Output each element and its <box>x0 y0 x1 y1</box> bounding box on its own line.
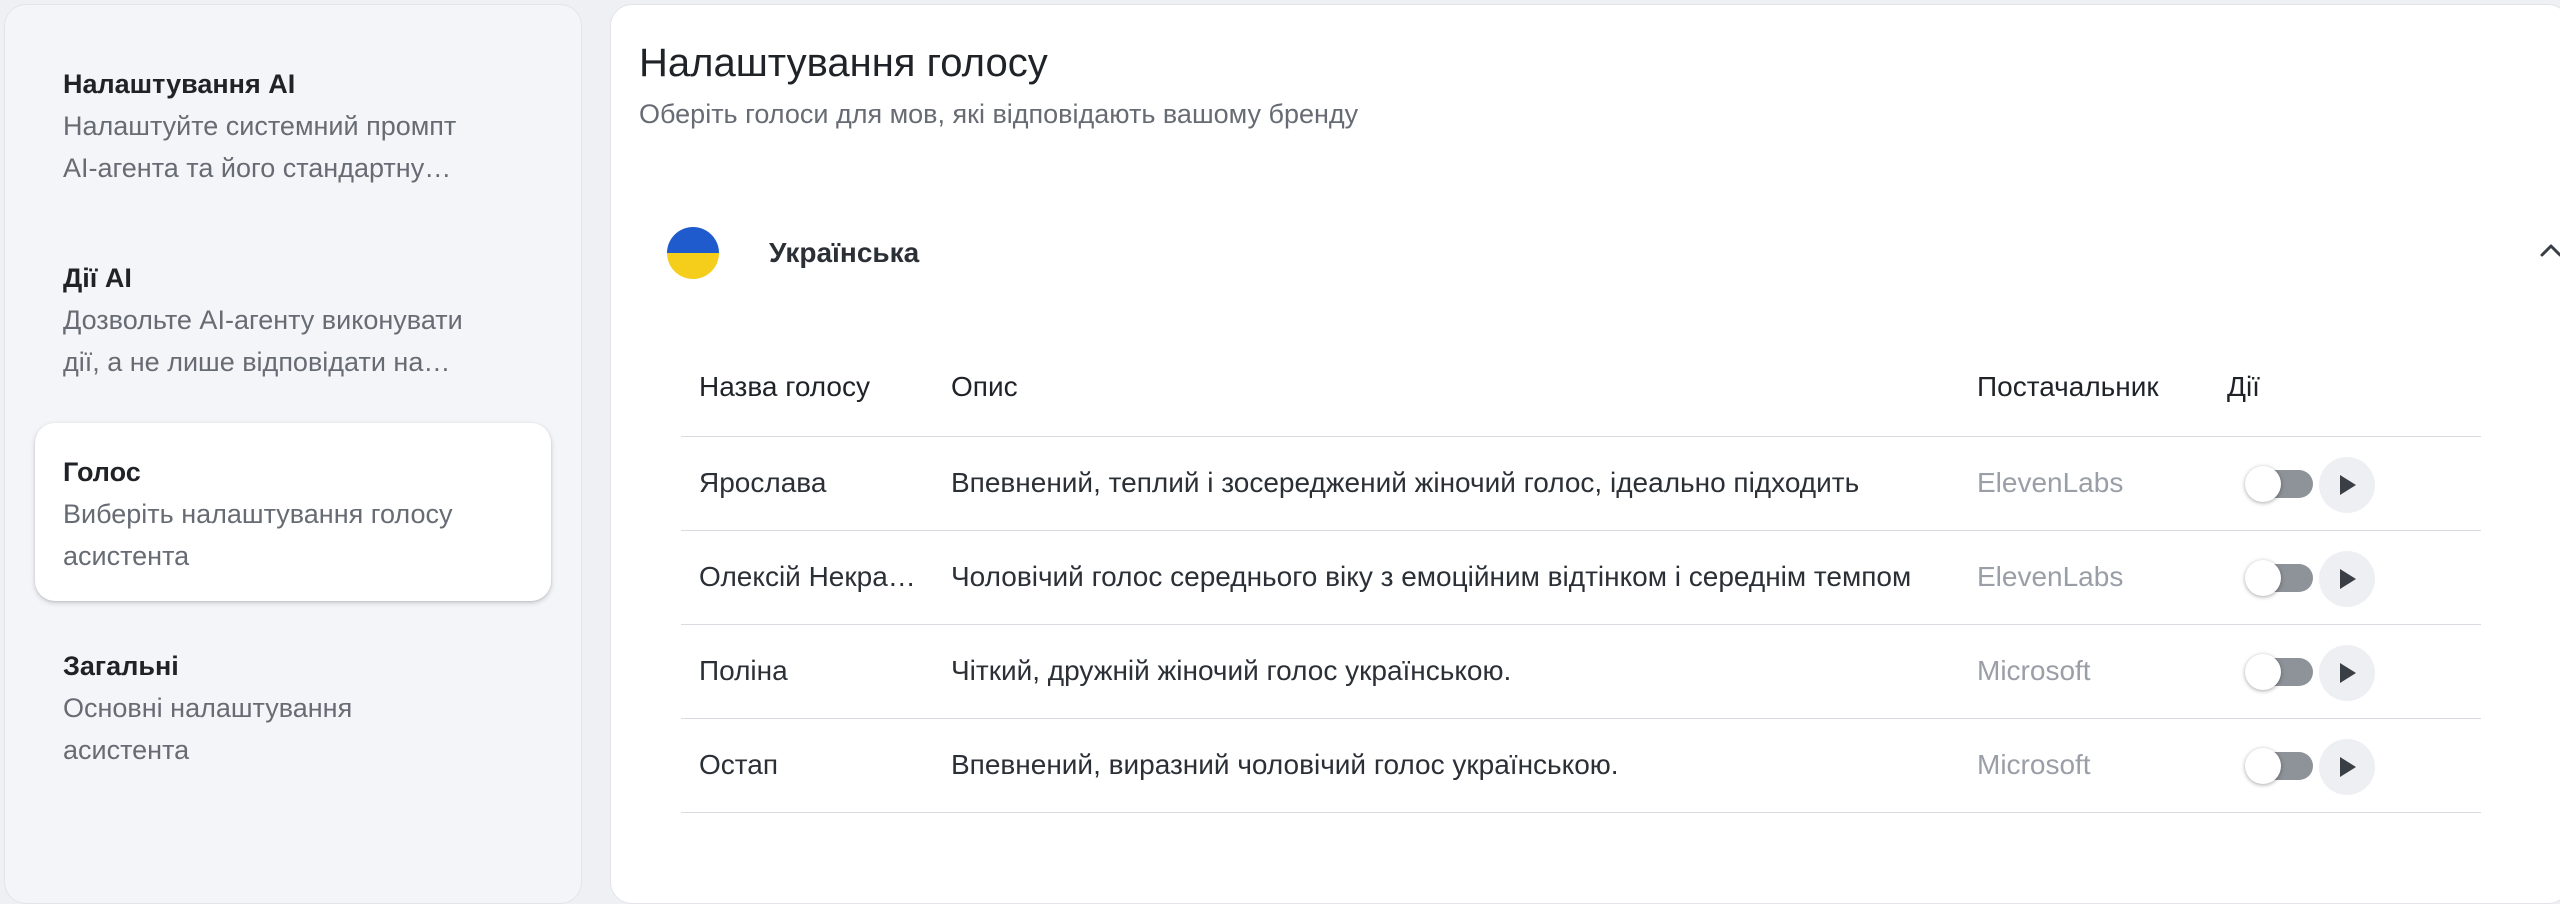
sidebar-item-desc-line: Виберіть налаштування голосу <box>63 499 453 529</box>
column-header-name: Назва голосу <box>699 371 871 402</box>
page-subtitle: Оберіть голоси для мов, які відповідають… <box>639 99 1359 129</box>
column-header-desc: Опис <box>951 371 1018 402</box>
voice-description: Чіткий, дружній жіночий голос українсько… <box>951 655 1512 686</box>
column-header-provider: Постачальник <box>1977 371 2159 402</box>
sidebar-item-title: Налаштування AI <box>63 69 296 99</box>
sidebar-item-desc: Дозвольте AI-агенту виконувати дії, а не… <box>63 299 523 383</box>
chevron-up-icon[interactable] <box>2531 231 2560 271</box>
voice-enable-toggle[interactable] <box>2245 560 2313 596</box>
sidebar-item-general[interactable]: Загальні Основні налаштування асистента <box>35 617 551 795</box>
voice-settings-panel: Налаштування голосу Оберіть голоси для м… <box>610 4 2560 904</box>
play-icon <box>2340 757 2356 777</box>
voice-name: Ярослава <box>699 467 827 498</box>
voices-table: Назва голосу Опис Постачальник Дії Яросл… <box>681 345 2481 813</box>
table-row: Олексій Некрасов Чоловічий голос середнь… <box>681 531 2481 625</box>
play-icon <box>2340 569 2356 589</box>
sidebar-item-desc-line: дії, а не лише відповідати на… <box>63 347 451 377</box>
ukraine-flag-icon <box>667 227 719 279</box>
sidebar-item-voice[interactable]: Голос Виберіть налаштування голосу асист… <box>35 423 551 601</box>
table-row: Ярослава Впевнений, теплий і зосереджени… <box>681 437 2481 531</box>
voice-enable-toggle[interactable] <box>2245 466 2313 502</box>
page-title: Налаштування голосу <box>639 41 1048 85</box>
sidebar-item-desc: Налаштуйте системний промпт AI-агента та… <box>63 105 523 189</box>
language-name: Українська <box>769 237 920 268</box>
table-row: Поліна Чіткий, дружній жіночий голос укр… <box>681 625 2481 719</box>
voice-description: Впевнений, теплий і зосереджений жіночий… <box>951 467 1860 498</box>
column-header-actions: Дії <box>2227 371 2260 402</box>
voice-provider: ElevenLabs <box>1977 561 2124 592</box>
sidebar-item-desc-line: Дозвольте AI-агенту виконувати <box>63 305 463 335</box>
sidebar-item-desc-line: AI-агента та його стандартну… <box>63 153 452 183</box>
sidebar-item-desc: Виберіть налаштування голосу асистента <box>63 493 523 577</box>
voice-provider: Microsoft <box>1977 655 2091 686</box>
voice-description: Чоловічий голос середнього віку з емоцій… <box>951 561 1912 592</box>
sidebar-item-title: Голос <box>63 457 141 487</box>
sidebar-item-title: Загальні <box>63 651 179 681</box>
play-preview-button[interactable] <box>2319 645 2375 701</box>
voice-enable-toggle[interactable] <box>2245 654 2313 690</box>
voice-provider: Microsoft <box>1977 749 2091 780</box>
play-preview-button[interactable] <box>2319 457 2375 513</box>
voice-name: Остап <box>699 749 779 780</box>
sidebar-item-desc-line: Налаштуйте системний промпт <box>63 111 457 141</box>
play-preview-button[interactable] <box>2319 739 2375 795</box>
voice-enable-toggle[interactable] <box>2245 748 2313 784</box>
sidebar-item-ai-actions[interactable]: Дії AI Дозвольте AI-агенту виконувати ді… <box>35 229 551 407</box>
play-icon <box>2340 475 2356 495</box>
voice-description: Впевнений, виразний чоловічий голос укра… <box>951 749 1619 780</box>
sidebar-item-desc-line: асистента <box>63 735 190 765</box>
play-preview-button[interactable] <box>2319 551 2375 607</box>
table-header: Назва голосу Опис Постачальник Дії <box>681 345 2481 437</box>
sidebar-item-desc-line: асистента <box>63 541 190 571</box>
language-section-header[interactable]: Українська <box>667 227 2560 283</box>
play-icon <box>2340 663 2356 683</box>
sidebar-item-title: Дії AI <box>63 263 132 293</box>
table-row: Остап Впевнений, виразний чоловічий голо… <box>681 719 2481 813</box>
sidebar-item-desc-line: Основні налаштування <box>63 693 353 723</box>
voice-provider: ElevenLabs <box>1977 467 2124 498</box>
settings-sidebar: Налаштування AI Налаштуйте системний про… <box>4 4 582 904</box>
sidebar-item-ai-settings[interactable]: Налаштування AI Налаштуйте системний про… <box>35 35 551 213</box>
voice-name: Поліна <box>699 655 788 686</box>
voice-name: Олексій Некрасов <box>699 561 917 592</box>
sidebar-item-desc: Основні налаштування асистента <box>63 687 523 771</box>
